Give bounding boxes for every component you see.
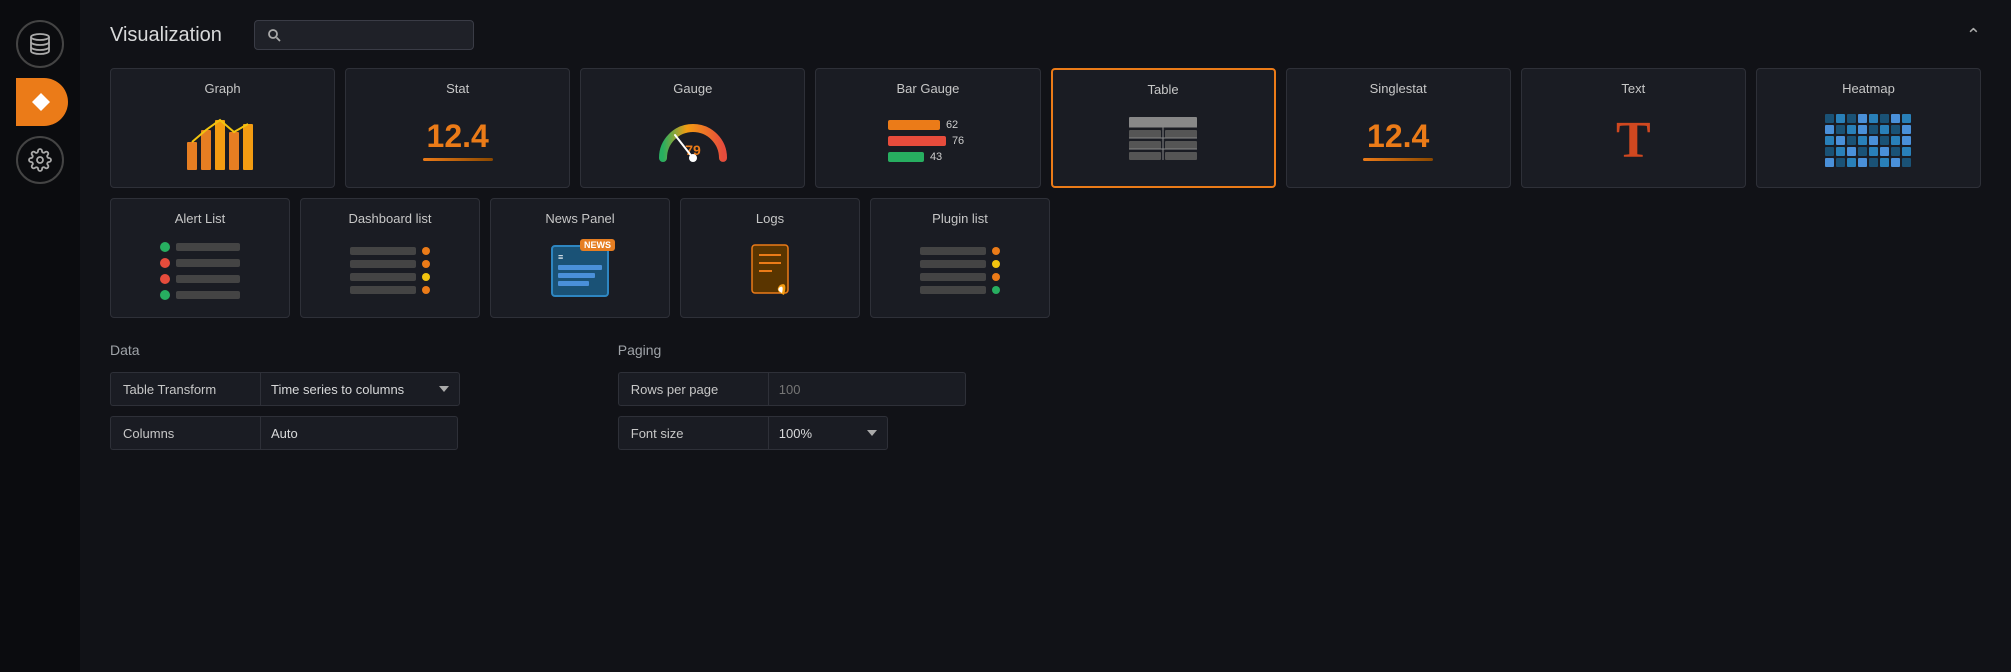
sidebar-icon-database[interactable] bbox=[16, 20, 64, 68]
viz-card-singlestat-icon: 12.4 bbox=[1295, 104, 1502, 177]
singlestat-underline bbox=[1363, 158, 1433, 161]
heatmap-grid bbox=[1825, 114, 1911, 167]
stat-underline bbox=[423, 158, 493, 161]
alert-dot-red2 bbox=[160, 274, 170, 284]
viz-card-graph-label: Graph bbox=[204, 81, 240, 96]
viz-title: Visualization bbox=[110, 24, 222, 47]
viz-grid-row1: Graph Stat 12.4 Gauge bbox=[110, 68, 1981, 188]
spacer bbox=[1126, 342, 1982, 460]
search-box[interactable] bbox=[254, 20, 474, 50]
viz-card-heatmap-label: Heatmap bbox=[1842, 81, 1895, 96]
viz-card-alert-list[interactable]: Alert List bbox=[110, 198, 290, 318]
main-content: Visualization ⌃ Graph bbox=[80, 0, 2011, 672]
paging-section: Paging Rows per page Font size 80% 90% 1… bbox=[618, 342, 1046, 460]
viz-card-logs[interactable]: Logs bbox=[680, 198, 860, 318]
viz-card-dashboard-list-label: Dashboard list bbox=[348, 211, 431, 226]
rows-per-page-label: Rows per page bbox=[618, 372, 768, 406]
columns-row: Columns bbox=[110, 416, 538, 450]
rows-per-page-row: Rows per page bbox=[618, 372, 1046, 406]
font-size-label: Font size bbox=[618, 416, 768, 450]
data-section: Data Table Transform Time series to colu… bbox=[110, 342, 538, 460]
viz-card-logs-icon bbox=[689, 234, 851, 307]
viz-card-logs-label: Logs bbox=[756, 211, 784, 226]
viz-card-alert-list-label: Alert List bbox=[175, 211, 226, 226]
viz-card-alert-list-icon bbox=[119, 234, 281, 307]
collapse-icon[interactable]: ⌃ bbox=[1966, 25, 1981, 46]
viz-card-table-icon bbox=[1061, 105, 1266, 176]
viz-card-gauge[interactable]: Gauge 79 bbox=[580, 68, 805, 188]
rows-per-page-input[interactable] bbox=[768, 372, 966, 406]
viz-card-bar-gauge-icon: 62 76 43 bbox=[824, 104, 1031, 177]
viz-card-table-label: Table bbox=[1148, 82, 1179, 97]
viz-card-news-panel-label: News Panel bbox=[545, 211, 614, 226]
data-section-title: Data bbox=[110, 342, 538, 358]
bar-3 bbox=[888, 152, 924, 162]
viz-card-bar-gauge[interactable]: Bar Gauge 62 76 43 bbox=[815, 68, 1040, 188]
viz-card-singlestat[interactable]: Singlestat 12.4 bbox=[1286, 68, 1511, 188]
viz-card-bar-gauge-label: Bar Gauge bbox=[897, 81, 960, 96]
table-transform-row: Table Transform Time series to columns bbox=[110, 372, 538, 406]
viz-card-news-panel[interactable]: News Panel NEWS ≡ bbox=[490, 198, 670, 318]
columns-input[interactable] bbox=[260, 416, 458, 450]
viz-card-table[interactable]: Table bbox=[1051, 68, 1276, 188]
viz-grid-row2: Alert List bbox=[110, 198, 1981, 318]
viz-card-dashboard-list-icon bbox=[309, 234, 471, 307]
alert-dot-green2 bbox=[160, 290, 170, 300]
viz-card-plugin-list-icon bbox=[879, 234, 1041, 307]
viz-card-plugin-list[interactable]: Plugin list bbox=[870, 198, 1050, 318]
news-badge: NEWS bbox=[580, 239, 615, 251]
viz-card-dashboard-list[interactable]: Dashboard list bbox=[300, 198, 480, 318]
bar-2 bbox=[888, 136, 946, 146]
viz-card-singlestat-label: Singlestat bbox=[1370, 81, 1427, 96]
table-transform-label: Table Transform bbox=[110, 372, 260, 406]
viz-card-stat-label: Stat bbox=[446, 81, 469, 96]
viz-card-text-icon: T bbox=[1530, 104, 1737, 177]
sidebar-icon-chart[interactable] bbox=[16, 78, 68, 126]
bar-gauge-row-3: 43 bbox=[888, 151, 968, 163]
viz-card-stat[interactable]: Stat 12.4 bbox=[345, 68, 570, 188]
table-transform-select[interactable]: Time series to columns bbox=[260, 372, 460, 406]
viz-card-text[interactable]: Text T bbox=[1521, 68, 1746, 188]
viz-card-text-label: Text bbox=[1621, 81, 1645, 96]
stat-value: 12.4 bbox=[427, 120, 489, 152]
viz-card-heatmap-icon bbox=[1765, 104, 1972, 177]
bar-1 bbox=[888, 120, 940, 130]
alert-dot-green bbox=[160, 242, 170, 252]
font-size-row: Font size 80% 90% 100% 110% 120% bbox=[618, 416, 1046, 450]
viz-search-input[interactable] bbox=[287, 27, 457, 43]
viz-card-heatmap[interactable]: Heatmap bbox=[1756, 68, 1981, 188]
bar-gauge-row-2: 76 bbox=[888, 135, 968, 147]
viz-header: Visualization ⌃ bbox=[110, 20, 1981, 50]
text-T-symbol: T bbox=[1616, 115, 1651, 167]
alert-dot-red bbox=[160, 258, 170, 268]
viz-card-gauge-icon: 79 bbox=[589, 104, 796, 177]
bar-gauge-bars: 62 76 43 bbox=[888, 119, 968, 163]
viz-card-plugin-list-label: Plugin list bbox=[932, 211, 988, 226]
search-icon bbox=[267, 28, 281, 42]
viz-card-news-panel-icon: NEWS ≡ bbox=[499, 234, 661, 307]
singlestat-value: 12.4 bbox=[1367, 120, 1429, 152]
columns-label: Columns bbox=[110, 416, 260, 450]
font-size-select[interactable]: 80% 90% 100% 110% 120% bbox=[768, 416, 888, 450]
bottom-section: Data Table Transform Time series to colu… bbox=[110, 342, 1981, 460]
viz-card-graph-icon bbox=[119, 104, 326, 177]
viz-card-gauge-label: Gauge bbox=[673, 81, 712, 96]
sidebar bbox=[0, 0, 80, 672]
sidebar-icon-gear[interactable] bbox=[16, 136, 64, 184]
paging-section-title: Paging bbox=[618, 342, 1046, 358]
bar-gauge-row-1: 62 bbox=[888, 119, 968, 131]
viz-card-stat-icon: 12.4 bbox=[354, 104, 561, 177]
viz-card-graph[interactable]: Graph bbox=[110, 68, 335, 188]
